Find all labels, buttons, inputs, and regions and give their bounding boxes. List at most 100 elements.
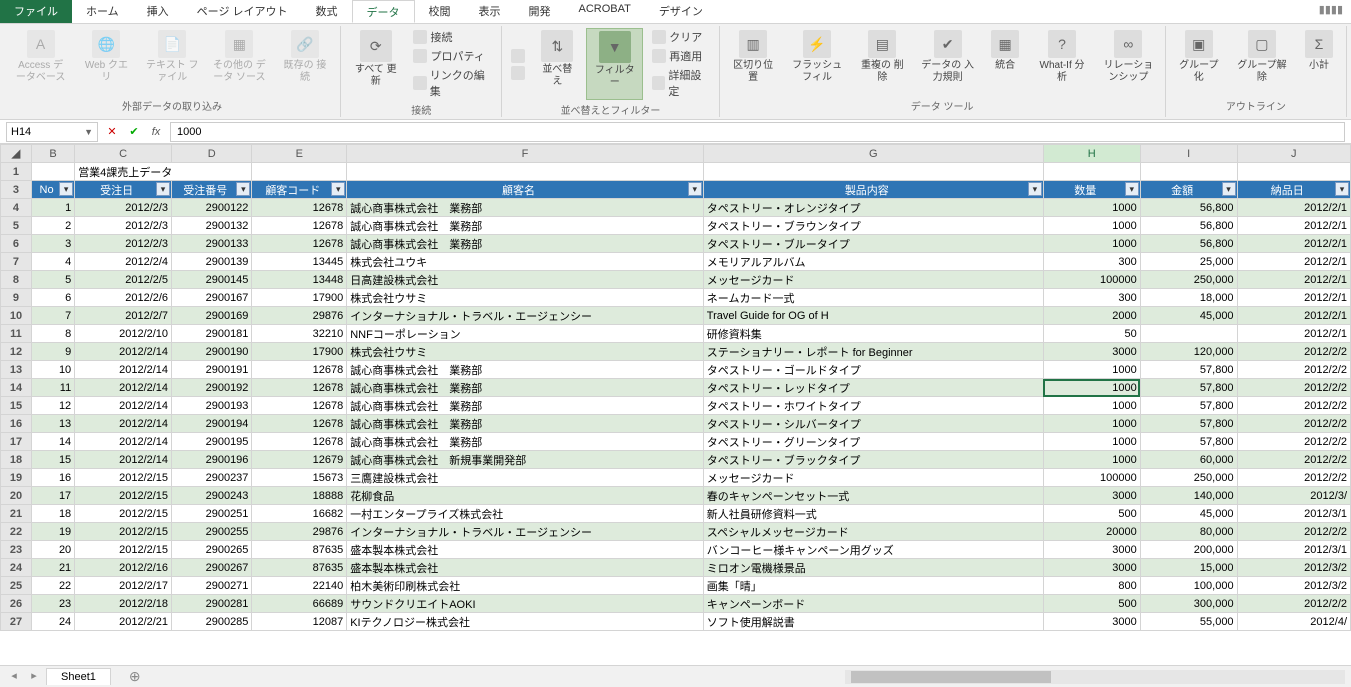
col-header-B[interactable]: B [31,145,74,163]
row-header-14[interactable]: 14 [1,379,32,397]
table-row[interactable]: 24212012/2/16290026787635盛本製本株式会社ミロオン電機様… [1,559,1351,577]
row-header-26[interactable]: 26 [1,595,32,613]
filter-dropdown-icon[interactable]: ▾ [59,182,73,196]
table-header-3[interactable]: 顧客コード▾ [252,181,347,199]
row-header-22[interactable]: 22 [1,523,32,541]
col-header-F[interactable]: F [347,145,704,163]
cancel-icon[interactable]: ✕ [104,125,120,138]
table-header-0[interactable]: No▾ [31,181,74,199]
table-row[interactable]: 522012/2/3290013212678誠心商事株式会社 業務部タペストリー… [1,217,1351,235]
table-row[interactable]: 16132012/2/14290019412678誠心商事株式会社 業務部タペス… [1,415,1351,433]
row-header-18[interactable]: 18 [1,451,32,469]
table-row[interactable]: 21182012/2/15290025116682一村エンタープライズ株式会社新… [1,505,1351,523]
filter-dropdown-icon[interactable]: ▾ [156,182,170,196]
btn-access[interactable]: AAccess データベース [10,28,71,96]
user-box[interactable]: ▮▮▮▮ [1311,0,1351,23]
col-header-I[interactable]: I [1140,145,1237,163]
btn-clear[interactable]: クリア [649,28,712,46]
btn-text[interactable]: 📄テキスト ファイル [142,28,203,96]
horizontal-scrollbar[interactable] [845,670,1345,684]
btn-other-src[interactable]: ▦その他の データ ソース [209,28,270,96]
row-header-1[interactable]: 1 [1,163,32,181]
btn-ungroup[interactable]: ▢グループ解除 [1232,28,1292,96]
row-header-13[interactable]: 13 [1,361,32,379]
tab-ページ レイアウト[interactable]: ページ レイアウト [183,0,302,23]
col-header-C[interactable]: C [75,145,172,163]
row-header-24[interactable]: 24 [1,559,32,577]
btn-relationships[interactable]: ∞リレーションシップ [1098,28,1159,96]
table-header-8[interactable]: 納品日▾ [1237,181,1350,199]
btn-whatif[interactable]: ?What-If 分析 [1032,28,1092,96]
filter-dropdown-icon[interactable]: ▾ [1335,182,1349,196]
row-header-27[interactable]: 27 [1,613,32,631]
table-row[interactable]: 412012/2/3290012212678誠心商事株式会社 業務部タペストリー… [1,199,1351,217]
filter-dropdown-icon[interactable]: ▾ [688,182,702,196]
table-row[interactable]: 14112012/2/14290019212678誠心商事株式会社 業務部タペス… [1,379,1351,397]
fx-icon[interactable]: fx [148,126,164,138]
table-row[interactable]: 1072012/2/7290016929876インターナショナル・トラベル・エー… [1,307,1351,325]
btn-remove-dup[interactable]: ▤重複の 削除 [853,28,911,96]
btn-refresh-all[interactable]: ⟳すべて 更新 [347,28,404,100]
btn-edit-links[interactable]: リンクの編集 [410,66,495,100]
table-row[interactable]: 22192012/2/15290025529876インターナショナル・トラベル・… [1,523,1351,541]
row-header-4[interactable]: 4 [1,199,32,217]
table-row[interactable]: 25222012/2/17290027122140柏木美術印刷株式会社画集「晴」… [1,577,1351,595]
formula-input[interactable]: 1000 [170,122,1345,142]
filter-dropdown-icon[interactable]: ▾ [1222,182,1236,196]
btn-subtotal[interactable]: Σ小計 [1298,28,1340,96]
col-header-G[interactable]: G [703,145,1043,163]
tab-データ[interactable]: データ [352,0,415,23]
sheet-nav-prev[interactable]: ▸ [26,669,42,685]
sheet-tab[interactable]: Sheet1 [46,668,111,685]
row-header-19[interactable]: 19 [1,469,32,487]
filter-dropdown-icon[interactable]: ▾ [1028,182,1042,196]
table-row[interactable]: 1182012/2/10290018132210NNFコーポレーション研修資料集… [1,325,1351,343]
row-header-20[interactable]: 20 [1,487,32,505]
btn-validation[interactable]: ✔データの 入力規則 [917,28,978,96]
add-sheet-button[interactable]: ⊕ [115,666,155,687]
col-header-J[interactable]: J [1237,145,1350,163]
table-row[interactable]: 17142012/2/14290019512678誠心商事株式会社 業務部タペス… [1,433,1351,451]
name-box[interactable]: H14▼ [6,122,98,142]
row-header-3[interactable]: 3 [1,181,32,199]
tab-ACROBAT[interactable]: ACROBAT [565,0,645,23]
row-header-7[interactable]: 7 [1,253,32,271]
table-header-1[interactable]: 受注日▾ [75,181,172,199]
table-row[interactable]: 27242012/2/21290028512087KIテクノロジー株式会社ソフト… [1,613,1351,631]
table-row[interactable]: 18152012/2/14290019612679誠心商事株式会社 新規事業開発… [1,451,1351,469]
scroll-thumb[interactable] [851,671,1051,683]
row-header-5[interactable]: 5 [1,217,32,235]
tab-数式[interactable]: 数式 [302,0,352,23]
table-header-2[interactable]: 受注番号▾ [172,181,252,199]
row-header-12[interactable]: 12 [1,343,32,361]
table-row[interactable]: 19162012/2/15290023715673三鷹建設株式会社メッセージカー… [1,469,1351,487]
row-header-16[interactable]: 16 [1,415,32,433]
row-header-21[interactable]: 21 [1,505,32,523]
table-row[interactable]: 23202012/2/15290026587635盛本製本株式会社バンコーヒー様… [1,541,1351,559]
table-header-6[interactable]: 数量▾ [1043,181,1140,199]
tab-ホーム[interactable]: ホーム [72,0,133,23]
sheet-nav-first[interactable]: ◂ [6,669,22,685]
table-row[interactable]: 20172012/2/15290024318888花柳食品春のキャンペーンセット… [1,487,1351,505]
tab-デザイン[interactable]: デザイン [645,0,717,23]
table-row[interactable]: 852012/2/5290014513448日高建設株式会社メッセージカード10… [1,271,1351,289]
row-header-25[interactable]: 25 [1,577,32,595]
btn-sort-za[interactable] [508,65,528,81]
btn-text-to-col[interactable]: ▥区切り位置 [726,28,781,96]
row-header-6[interactable]: 6 [1,235,32,253]
table-row[interactable]: 632012/2/3290013312678誠心商事株式会社 業務部タペストリー… [1,235,1351,253]
table-row[interactable]: 1292012/2/14290019017900株式会社ウサミステーショナリー・… [1,343,1351,361]
btn-filter[interactable]: ▼フィルター [586,28,643,100]
row-header-23[interactable]: 23 [1,541,32,559]
row-header-17[interactable]: 17 [1,433,32,451]
select-all[interactable]: ◢ [1,145,32,163]
row-header-9[interactable]: 9 [1,289,32,307]
table-row[interactable]: 962012/2/6290016717900株式会社ウサミネームカード一式300… [1,289,1351,307]
enter-icon[interactable]: ✔ [126,125,142,138]
btn-consolidate[interactable]: ▦統合 [984,28,1026,96]
table-header-4[interactable]: 顧客名▾ [347,181,704,199]
btn-advanced[interactable]: 詳細設定 [649,66,712,100]
col-header-D[interactable]: D [172,145,252,163]
table-row[interactable]: 15122012/2/14290019312678誠心商事株式会社 業務部タペス… [1,397,1351,415]
table-header-5[interactable]: 製品内容▾ [703,181,1043,199]
